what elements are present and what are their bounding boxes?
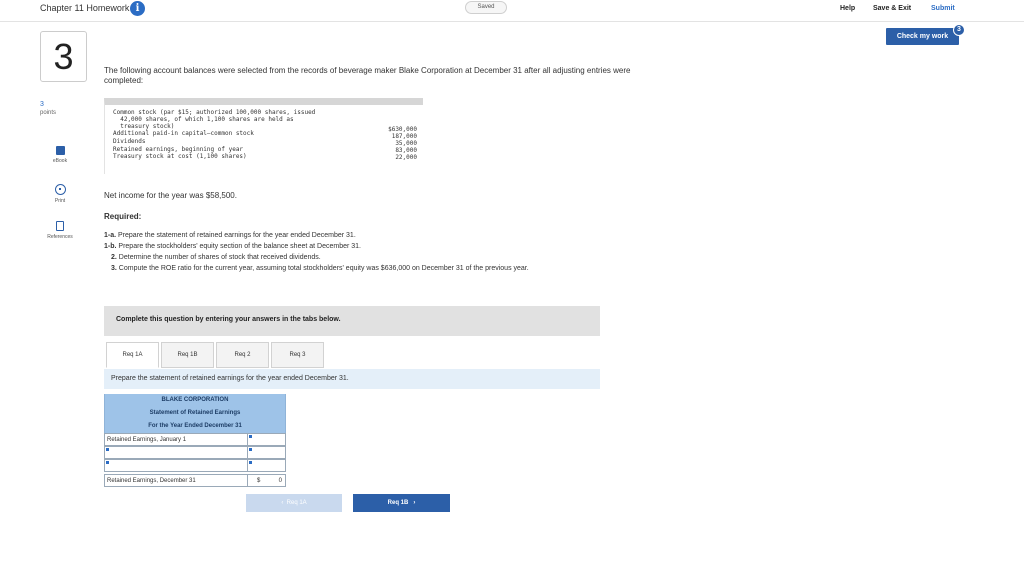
previous-tab-button[interactable]: ‹ Req 1A — [246, 494, 342, 512]
instructions-banner: Complete this question by entering your … — [104, 306, 600, 336]
net-income-text: Net income for the year was $58,500. — [104, 191, 237, 200]
top-bar: Chapter 11 Homework i Saved Help Save & … — [0, 0, 1024, 22]
print-tool[interactable]: Print — [40, 184, 80, 204]
statement-row-ending: Retained Earnings, December 31 $ 0 — [104, 474, 286, 487]
next-tab-button[interactable]: Req 1B › — [353, 494, 450, 512]
saved-status: Saved — [465, 1, 507, 14]
account-label: Treasury stock at cost (1,100 shares) — [113, 153, 247, 160]
references-tool[interactable]: References — [40, 221, 80, 240]
chevron-left-icon: ‹ — [281, 500, 284, 506]
question-number: 3 — [40, 31, 87, 82]
next-tab-label: Req 1B — [387, 500, 409, 506]
account-value: 83,000 — [395, 147, 417, 154]
points-label: points — [40, 110, 57, 116]
ebook-tool[interactable]: eBook — [40, 146, 80, 164]
book-icon — [55, 146, 65, 155]
row-label: Retained Earnings, December 31 — [107, 478, 196, 484]
print-label: Print — [54, 198, 66, 204]
requirement-id: 3. — [111, 265, 117, 272]
print-icon — [54, 184, 66, 195]
account-value: 22,000 — [395, 154, 417, 161]
question-intro: The following account balances were sele… — [104, 66, 631, 85]
account-label: 42,000 shares, of which 1,100 shares are… — [113, 116, 294, 123]
requirement-id: 2. — [111, 254, 117, 261]
check-my-work-button[interactable]: Check my work — [886, 28, 959, 45]
required-heading: Required: — [104, 212, 142, 221]
statement-row-beginning: Retained Earnings, January 1 — [104, 433, 286, 446]
previous-tab-label: Req 1A — [286, 500, 307, 506]
ending-balance-value: 0 — [278, 478, 282, 484]
tab-req-2[interactable]: Req 2 — [216, 342, 269, 368]
row-label: Retained Earnings, January 1 — [107, 437, 187, 443]
help-link[interactable]: Help — [840, 5, 855, 12]
requirement-text: Compute the ROE ratio for the current ye… — [118, 265, 529, 272]
account-label: Dividends — [113, 138, 146, 145]
statement-period: For the Year Ended December 31 — [104, 420, 286, 433]
column-divider — [247, 475, 248, 486]
account-balances-box: Common stock (par $15; authorized 100,00… — [104, 98, 423, 174]
requirement-text: Prepare the stockholders' equity section… — [118, 243, 361, 250]
account-value: 187,000 — [391, 133, 417, 140]
account-label: Retained earnings, beginning of year — [113, 146, 244, 153]
references-label: References — [47, 234, 73, 240]
info-icon[interactable]: i — [130, 1, 145, 16]
requirement-text: Determine the number of shares of stock … — [118, 254, 321, 261]
requirement-item: 2. Determine the number of shares of sto… — [111, 253, 321, 262]
references-icon — [56, 221, 64, 231]
tab-req-1a[interactable]: Req 1A — [106, 342, 159, 368]
amount-input[interactable] — [248, 460, 285, 471]
instructions-text: Complete this question by entering your … — [116, 316, 341, 323]
points-value: 3 — [40, 101, 44, 108]
label-dropdown[interactable] — [105, 460, 247, 471]
tab-req-1b[interactable]: Req 1B — [161, 342, 214, 368]
account-label: treasury stock) — [113, 123, 175, 130]
amount-input[interactable] — [248, 434, 285, 445]
tab-req-3[interactable]: Req 3 — [271, 342, 324, 368]
account-label: Additional paid-in capital—common stock — [113, 130, 254, 137]
account-label: Common stock (par $15; authorized 100,00… — [113, 109, 316, 116]
statement-name: Statement of Retained Earnings — [104, 407, 286, 420]
requirement-id: 1-b. — [104, 243, 117, 250]
save-exit-link[interactable]: Save & Exit — [873, 5, 911, 12]
tab-instruction-text: Prepare the statement of retained earnin… — [111, 375, 349, 382]
check-attempts-badge: 3 — [953, 24, 965, 36]
amount-input[interactable] — [248, 447, 285, 458]
statement-row-entry — [104, 459, 286, 472]
requirement-text: Prepare the statement of retained earnin… — [118, 232, 356, 239]
requirement-item: 1-b. Prepare the stockholders' equity se… — [104, 242, 361, 251]
statement-row-entry — [104, 446, 286, 459]
chevron-right-icon: › — [413, 500, 416, 506]
account-value: 35,000 — [395, 140, 417, 147]
label-dropdown[interactable] — [105, 447, 247, 458]
requirement-id: 1-a. — [104, 232, 117, 239]
currency-symbol: $ — [257, 478, 261, 484]
account-value: $630,000 — [388, 126, 417, 133]
requirement-item: 3. Compute the ROE ratio for the current… — [111, 264, 641, 273]
statement-company: BLAKE CORPORATION — [104, 394, 286, 407]
tab-instruction-bar: Prepare the statement of retained earnin… — [104, 369, 600, 389]
submit-link[interactable]: Submit — [931, 5, 955, 12]
ebook-label: eBook — [52, 158, 68, 164]
assignment-title: Chapter 11 Homework — [40, 3, 130, 13]
requirement-item: 1-a. Prepare the statement of retained e… — [104, 231, 356, 240]
